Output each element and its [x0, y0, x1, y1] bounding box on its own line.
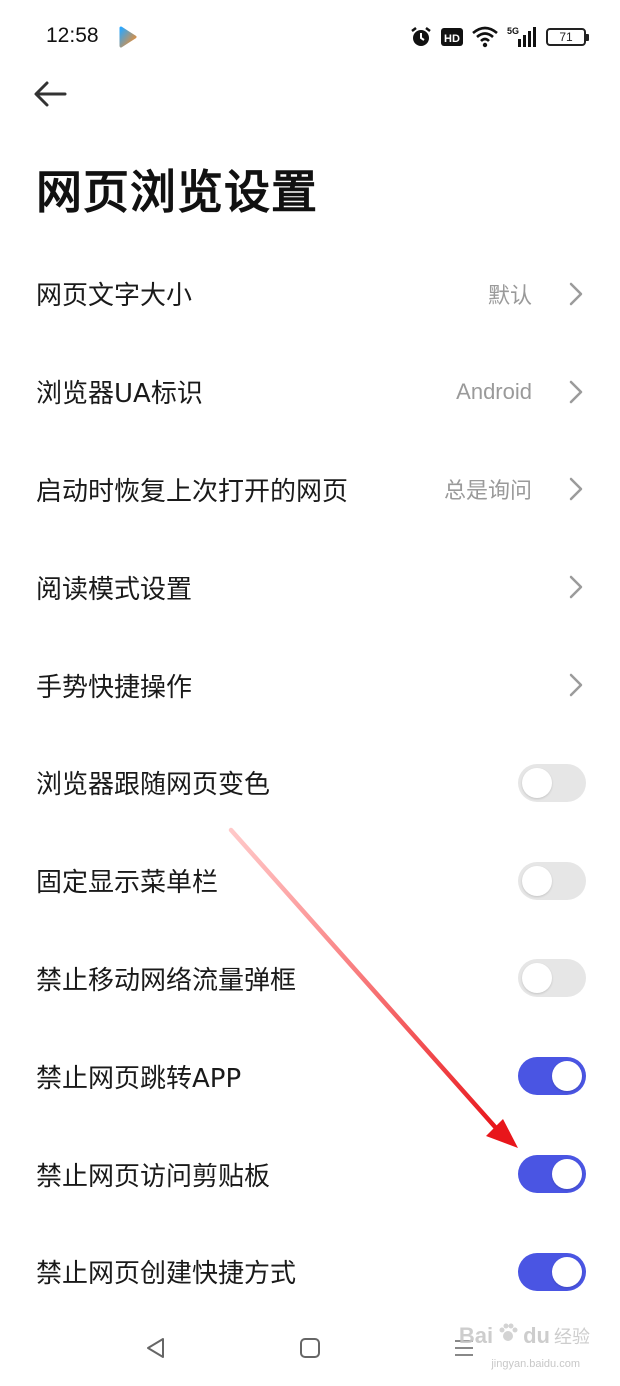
chevron-right-icon [568, 476, 584, 502]
setting-label: 禁止网页访问剪贴板 [36, 1161, 271, 1192]
back-triangle-icon [145, 1337, 167, 1363]
home-square-icon [299, 1337, 321, 1363]
setting-label: 禁止网页创建快捷方式 [36, 1259, 297, 1290]
setting-value: 默认 [487, 282, 532, 308]
watermark-brand: Bai [458, 1322, 494, 1348]
setting-font-size[interactable]: 网页文字大小 默认 [0, 245, 620, 343]
setting-ua-identifier[interactable]: 浏览器UA标识 Android [0, 343, 620, 441]
toggle-knob [552, 1061, 582, 1092]
fixed-menu-bar-toggle[interactable] [518, 861, 586, 900]
play-arrow-icon [118, 26, 138, 48]
chevron-right-icon [568, 281, 584, 307]
arrow-left-icon [33, 80, 67, 112]
setting-label: 启动时恢复上次打开的网页 [36, 476, 349, 507]
block-shortcuts-toggle[interactable] [518, 1252, 586, 1291]
setting-label: 禁止网页跳转APP [36, 1063, 242, 1094]
setting-reading-mode[interactable]: 阅读模式设置 [0, 538, 620, 636]
alarm-clock-icon [410, 25, 432, 49]
toggle-knob [522, 865, 552, 896]
toggle-knob [552, 1159, 582, 1190]
block-clipboard-toggle[interactable] [518, 1155, 586, 1194]
battery-icon: 71 [546, 28, 589, 46]
setting-block-data-popup: 禁止移动网络流量弹框 [0, 930, 620, 1028]
chevron-right-icon [568, 574, 584, 600]
setting-block-shortcuts: 禁止网页创建快捷方式 [0, 1223, 620, 1321]
watermark-brand-suffix: du [523, 1322, 550, 1348]
setting-label: 禁止移动网络流量弹框 [36, 965, 297, 996]
setting-value: Android [456, 378, 532, 404]
setting-follow-page-color: 浏览器跟随网页变色 [0, 734, 620, 832]
settings-list: 网页文字大小 默认 浏览器UA标识 Android 启动时恢复上次打开的网页 总… [0, 245, 620, 1321]
setting-label: 手势快捷操作 [36, 672, 193, 703]
nav-back-button[interactable] [136, 1330, 176, 1370]
status-bar: 12:58 HD 5G 71 [0, 0, 620, 74]
follow-page-color-toggle[interactable] [518, 763, 586, 802]
chevron-right-icon [568, 672, 584, 698]
toggle-knob [552, 1256, 582, 1287]
toggle-knob [522, 767, 552, 798]
setting-label: 阅读模式设置 [36, 574, 193, 605]
setting-restore-pages[interactable]: 启动时恢复上次打开的网页 总是询问 [0, 441, 620, 539]
setting-block-app-redirect: 禁止网页跳转APP [0, 1027, 620, 1125]
baidu-watermark: Bai du 经验 [459, 1322, 590, 1349]
status-icons: HD 5G 71 [410, 24, 589, 50]
setting-label: 网页文字大小 [36, 281, 193, 312]
watermark-url: jingyan.baidu.com [491, 1358, 580, 1370]
paw-icon [497, 1322, 519, 1349]
setting-value: 总是询问 [443, 478, 532, 504]
setting-fixed-menu-bar: 固定显示菜单栏 [0, 832, 620, 930]
battery-level: 71 [559, 30, 573, 44]
status-time: 12:58 [46, 24, 99, 47]
hd-label: HD [444, 33, 460, 45]
watermark-cn: 经验 [554, 1326, 590, 1347]
setting-gesture-shortcuts[interactable]: 手势快捷操作 [0, 636, 620, 734]
nav-home-button[interactable] [290, 1330, 330, 1370]
signal-5g-icon: 5G [507, 25, 537, 49]
page-title: 网页浏览设置 [36, 165, 318, 219]
wifi-icon [472, 25, 498, 49]
setting-block-clipboard: 禁止网页访问剪贴板 [0, 1125, 620, 1223]
toggle-knob [522, 963, 552, 994]
setting-label: 浏览器跟随网页变色 [36, 770, 271, 801]
chevron-right-icon [568, 379, 584, 405]
signal-label: 5G [507, 26, 519, 36]
block-data-popup-toggle[interactable] [518, 959, 586, 998]
back-button[interactable] [28, 74, 72, 118]
block-app-redirect-toggle[interactable] [518, 1057, 586, 1096]
hd-icon: HD [441, 25, 463, 49]
setting-label: 浏览器UA标识 [36, 379, 203, 410]
setting-label: 固定显示菜单栏 [36, 868, 219, 899]
